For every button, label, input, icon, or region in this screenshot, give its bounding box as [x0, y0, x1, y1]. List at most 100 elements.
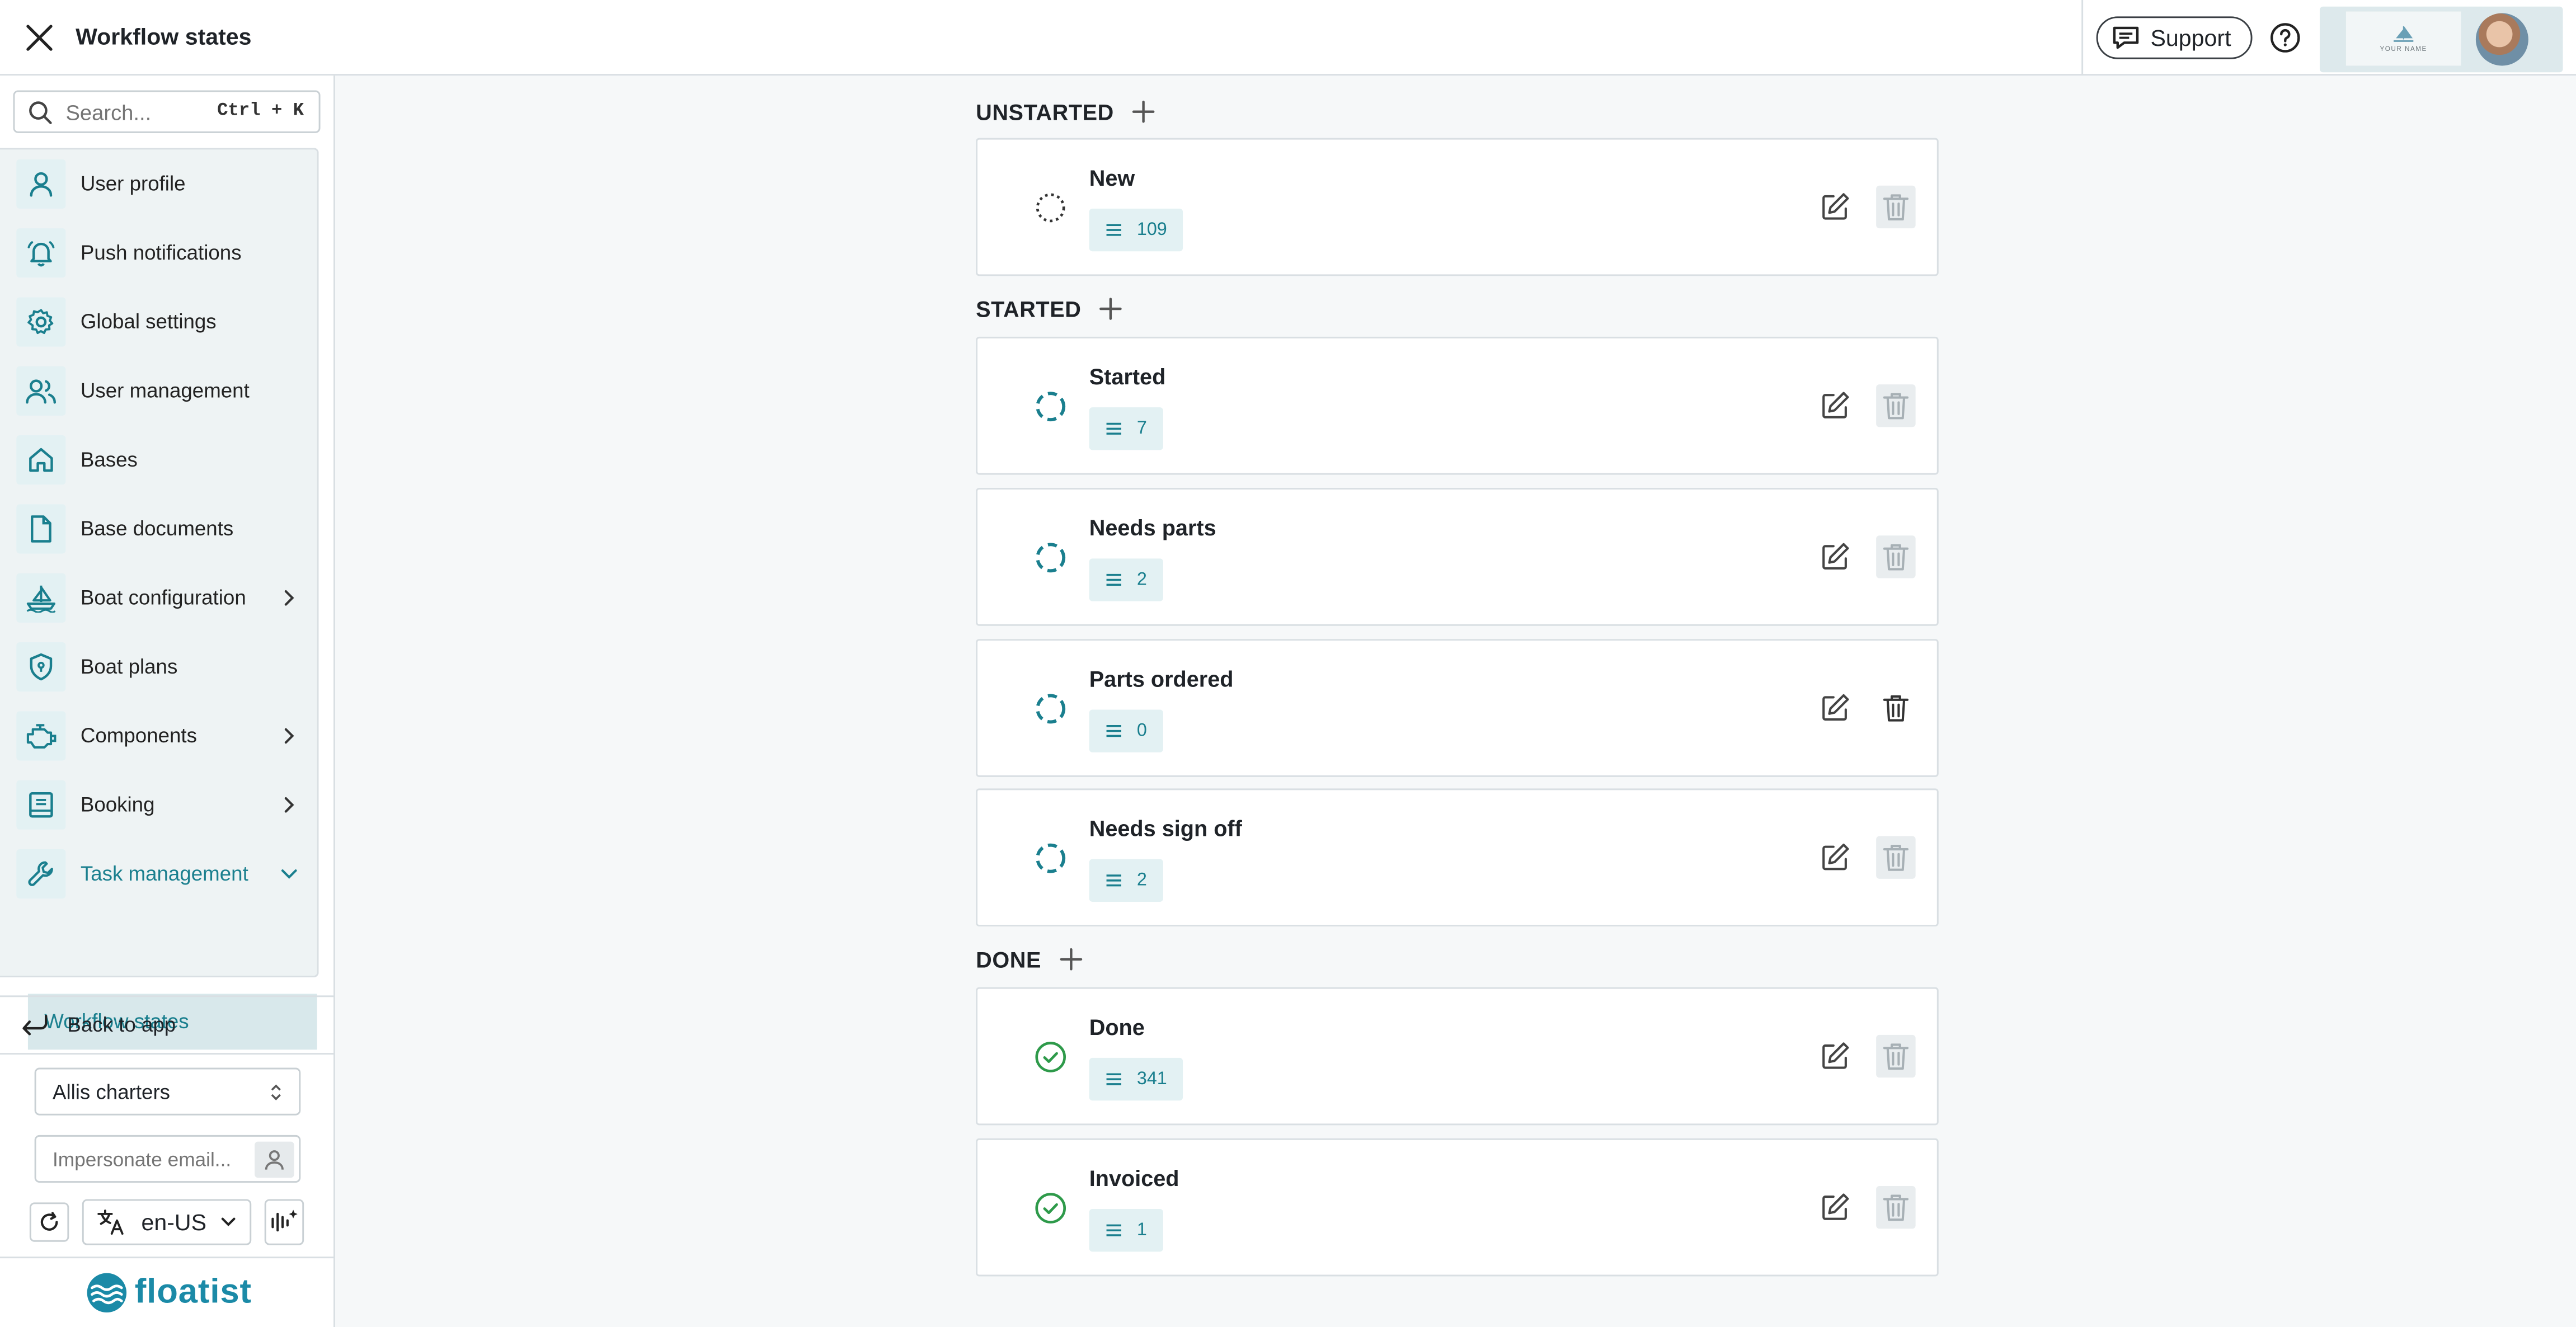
state-name: Invoiced: [1089, 1166, 1179, 1191]
chevron-right-icon: [284, 797, 294, 813]
edit-icon[interactable]: [1818, 1191, 1851, 1224]
started-status-icon: [1033, 841, 1068, 876]
user-icon: [265, 1150, 284, 1170]
sidebar-item-user-management[interactable]: User management: [0, 356, 317, 425]
sidebar-item-label: Push notifications: [80, 241, 242, 265]
sidebar-footer: floatist: [0, 1257, 335, 1327]
sidebar-item-label: Task management: [80, 862, 248, 886]
sidebar-item-push-notifications[interactable]: Push notifications: [0, 219, 317, 288]
edit-icon[interactable]: [1818, 691, 1851, 724]
add-state-icon[interactable]: [1098, 296, 1124, 322]
chevron-down-icon: [221, 1217, 236, 1226]
task-count: 2: [1136, 870, 1147, 891]
sidebar-item-global-settings[interactable]: Global settings: [0, 288, 317, 356]
edit-icon[interactable]: [1818, 389, 1851, 422]
shield-icon: [16, 642, 66, 692]
help-icon[interactable]: [2269, 21, 2302, 54]
task-count-badge[interactable]: 7: [1089, 407, 1164, 450]
sidebar-item-label: Base documents: [80, 517, 234, 541]
sidebar-item-components[interactable]: Components: [0, 702, 317, 770]
state-name: Done: [1089, 1015, 1145, 1040]
section-title: STARTED: [976, 296, 1082, 322]
account-area[interactable]: YOUR NAME: [2319, 6, 2563, 73]
done-status-icon: [1033, 1191, 1068, 1226]
section-title: DONE: [976, 947, 1042, 972]
add-state-icon[interactable]: [1057, 946, 1084, 972]
add-state-icon[interactable]: [1130, 98, 1157, 125]
divider: [2081, 0, 2084, 76]
search-icon: [29, 100, 52, 124]
section-header: UNSTARTED: [976, 98, 1157, 125]
task-count: 1: [1136, 1220, 1147, 1240]
close-icon[interactable]: [21, 20, 58, 56]
trash-icon: [1883, 194, 1909, 221]
delete-button[interactable]: [1876, 185, 1916, 229]
task-count-badge[interactable]: 1: [1089, 1209, 1164, 1252]
chevron-down-icon: [281, 869, 297, 879]
trash-icon: [1883, 845, 1909, 871]
language-select[interactable]: en-US: [82, 1199, 252, 1245]
edit-icon[interactable]: [1818, 540, 1851, 573]
task-count: 0: [1136, 721, 1147, 741]
state-name: New: [1089, 166, 1135, 191]
chat-icon: [2113, 26, 2139, 49]
back-to-app-button[interactable]: Back to app: [0, 995, 335, 1055]
sidebar-item-user-profile[interactable]: User profile: [0, 149, 317, 218]
sidebar-item-label: Boat plans: [80, 655, 178, 679]
list-icon: [1106, 1073, 1121, 1085]
started-status-icon: [1033, 540, 1068, 575]
refresh-button[interactable]: [29, 1202, 69, 1242]
sidebar-item-boat-plans[interactable]: Boat plans: [0, 632, 317, 701]
workflow-state-card: Parts ordered 0: [976, 639, 1939, 777]
sidebar-item-bases[interactable]: Bases: [0, 425, 317, 494]
trash-icon: [1883, 1194, 1909, 1221]
sidebar-item-label: Global settings: [80, 310, 217, 334]
voice-sparkle-icon: [271, 1210, 298, 1232]
list-icon: [1106, 1224, 1121, 1236]
delete-button[interactable]: [1876, 535, 1916, 578]
delete-button[interactable]: [1876, 836, 1916, 879]
support-label: Support: [2150, 25, 2231, 51]
task-count-badge[interactable]: 2: [1089, 859, 1164, 902]
state-name: Parts ordered: [1089, 667, 1234, 692]
sidebar-item-booking[interactable]: Booking: [0, 770, 317, 839]
edit-icon[interactable]: [1818, 841, 1851, 874]
sidebar-item-label: Bases: [80, 448, 138, 472]
list-icon: [1106, 224, 1121, 236]
delete-button[interactable]: [1876, 1034, 1916, 1078]
edit-icon[interactable]: [1818, 191, 1851, 224]
sidebar-item-task-management[interactable]: Task management: [0, 839, 317, 908]
state-name: Needs parts: [1089, 515, 1216, 541]
engine-icon: [16, 711, 66, 761]
sidebar-item-label: User profile: [80, 172, 186, 196]
task-count-badge[interactable]: 0: [1089, 709, 1164, 752]
impersonate-email-input[interactable]: [52, 1147, 250, 1171]
impersonate-button[interactable]: [255, 1141, 294, 1178]
avatar[interactable]: [2475, 13, 2528, 66]
delete-button[interactable]: [1876, 384, 1916, 427]
search-input[interactable]: [65, 99, 214, 124]
delete-button[interactable]: [1876, 686, 1915, 729]
trash-icon: [1883, 695, 1909, 722]
started-status-icon: [1033, 691, 1068, 726]
delete-button[interactable]: [1876, 1185, 1916, 1229]
wrench-icon: [16, 849, 66, 899]
booking-icon: [16, 780, 66, 830]
document-icon: [16, 504, 66, 554]
task-count-badge[interactable]: 2: [1089, 558, 1164, 601]
support-button[interactable]: Support: [2096, 16, 2253, 59]
sidebar-item-boat-configuration[interactable]: Boat configuration: [0, 563, 317, 632]
voice-assistant-button[interactable]: [264, 1199, 304, 1245]
workflow-state-card: Needs parts 2: [976, 488, 1939, 626]
page-title: Workflow states: [76, 23, 252, 50]
search-box[interactable]: Ctrl + K: [13, 90, 321, 133]
edit-icon[interactable]: [1818, 1040, 1851, 1073]
task-count-badge[interactable]: 109: [1089, 208, 1184, 252]
company-logo: YOUR NAME: [2345, 11, 2461, 66]
users-icon: [16, 366, 66, 416]
company-select[interactable]: Allis charters: [34, 1067, 301, 1116]
back-to-app-label: Back to app: [67, 1013, 176, 1037]
task-count-badge[interactable]: 341: [1089, 1057, 1184, 1101]
sidebar-item-base-documents[interactable]: Base documents: [0, 495, 317, 563]
done-status-icon: [1033, 1040, 1068, 1075]
